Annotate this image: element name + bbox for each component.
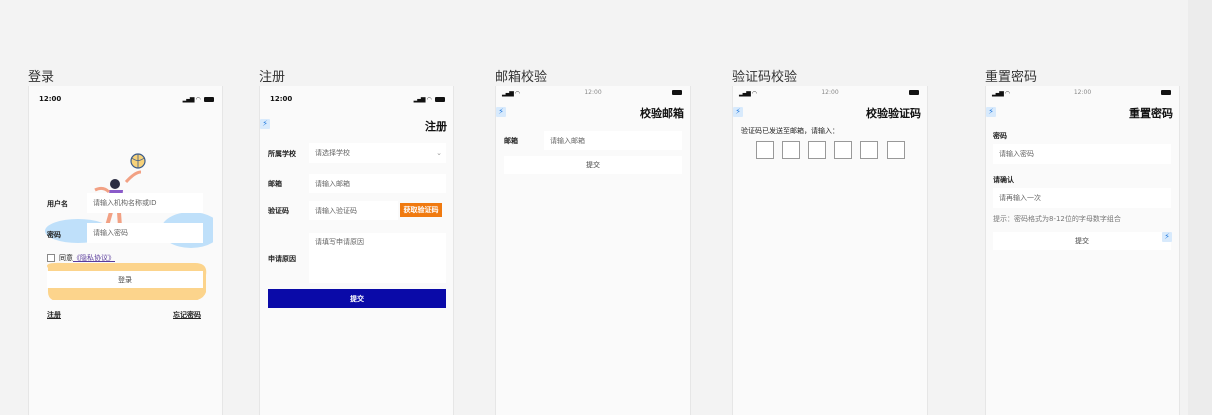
code-input[interactable]: 请输入验证码 — [309, 201, 398, 220]
bolt-icon: ⚡ — [733, 107, 743, 117]
page-title: 校验邮箱 — [640, 107, 684, 120]
battery-icon — [909, 90, 919, 95]
username-input[interactable]: 请输入机构名称或ID — [87, 193, 203, 213]
page-title: 重置密码 — [1129, 107, 1173, 120]
signal-icon: ▂▄▆ — [182, 95, 195, 103]
register-link[interactable]: 注册 — [47, 310, 61, 320]
signal-icon: ▂▄▆ — [992, 89, 1004, 97]
confirm-label: 请确认 — [993, 176, 1014, 184]
bolt-icon: ⚡ — [496, 107, 506, 117]
get-code-button[interactable]: 获取验证码 — [400, 203, 442, 217]
code-digit-box[interactable] — [756, 141, 774, 159]
battery-icon — [1161, 90, 1171, 95]
wifi-icon: ◠ — [1005, 89, 1010, 97]
board-title-login: 登录 — [28, 70, 55, 85]
signal-icon: ▂▄▆ — [502, 89, 514, 97]
board-title-register: 注册 — [259, 70, 286, 85]
status-bar: 12:00 ▂▄▆ ◠ — [260, 86, 453, 106]
login-screen: 12:00 ▂▄▆ ◠ 用户名 请输入机构名称或ID 密码 请输入密码 同意《隐… — [28, 86, 223, 415]
submit-button[interactable]: 提交 — [268, 289, 446, 308]
signal-icon: ▂▄▆ — [413, 95, 426, 103]
status-bar: ▂▄▆ ◠ 12:00 — [986, 86, 1179, 106]
board-title-reset-password: 重置密码 — [985, 70, 1038, 85]
password-input[interactable]: 请输入密码 — [993, 144, 1171, 164]
agree-checkbox-icon[interactable] — [47, 254, 55, 262]
forgot-password-link[interactable]: 忘记密码 — [173, 310, 201, 320]
reset-password-screen: ▂▄▆ ◠ 12:00 ⚡ 重置密码 密码 请输入密码 请确认 请再输入一次 提… — [985, 86, 1180, 415]
register-screen: 12:00 ▂▄▆ ◠ ⚡ 注册 所属学校 请选择学校 ⌄ 邮箱 请输入邮箱 验… — [259, 86, 454, 415]
bolt-icon: ⚡ — [260, 119, 270, 129]
wifi-icon: ◠ — [195, 95, 201, 103]
login-button[interactable]: 登录 — [47, 271, 203, 288]
page-title: 注册 — [425, 120, 447, 133]
reason-textarea[interactable]: 请填写申请原因 — [309, 233, 446, 283]
status-time: 12:00 — [821, 89, 839, 96]
school-select[interactable]: 请选择学校 ⌄ — [309, 143, 446, 163]
status-time: 12:00 — [39, 95, 62, 103]
battery-icon — [435, 96, 445, 102]
chevron-down-icon: ⌄ — [436, 149, 442, 157]
code-digit-box[interactable] — [860, 141, 878, 159]
code-digit-box[interactable] — [782, 141, 800, 159]
submit-button[interactable]: 提交 — [993, 232, 1171, 250]
username-label: 用户名 — [47, 200, 68, 208]
email-label: 邮箱 — [504, 137, 518, 145]
code-label: 验证码 — [268, 207, 289, 215]
code-verify-screen: ▂▄▆ ◠ 12:00 ⚡ 校验验证码 验证码已发送至邮箱，请输入： — [732, 86, 928, 415]
board-title-code-verify: 验证码校验 — [732, 70, 798, 85]
board-title-email-verify: 邮箱校验 — [495, 70, 548, 85]
email-verify-screen: ▂▄▆ ◠ 12:00 ⚡ 校验邮箱 邮箱 请输入邮箱 提交 — [495, 86, 691, 415]
code-digit-box[interactable] — [834, 141, 852, 159]
status-bar: ▂▄▆ ◠ 12:00 — [496, 86, 690, 106]
battery-icon — [672, 90, 682, 95]
email-input[interactable]: 请输入邮箱 — [544, 131, 682, 150]
password-label: 密码 — [47, 231, 61, 239]
bolt-icon: ⚡ — [986, 107, 996, 117]
status-bar: 12:00 ▂▄▆ ◠ — [29, 86, 222, 106]
school-label: 所属学校 — [268, 150, 296, 158]
status-time: 12:00 — [270, 95, 293, 103]
wifi-icon: ◠ — [515, 89, 520, 97]
code-digit-box[interactable] — [808, 141, 826, 159]
email-label: 邮箱 — [268, 180, 282, 188]
status-time: 12:00 — [584, 89, 602, 96]
status-time: 12:00 — [1073, 89, 1092, 96]
submit-button[interactable]: 提交 — [504, 156, 682, 174]
right-scroll-strip — [1188, 0, 1212, 415]
agree-text: 同意《隐私协议》 — [59, 254, 115, 262]
wifi-icon: ◠ — [426, 95, 432, 103]
confirm-password-input[interactable]: 请再输入一次 — [993, 188, 1171, 208]
email-input[interactable]: 请输入邮箱 — [309, 174, 446, 193]
wifi-icon: ◠ — [752, 89, 757, 97]
battery-icon — [204, 96, 214, 102]
bolt-icon: ⚡ — [1162, 232, 1172, 242]
code-prompt: 验证码已发送至邮箱，请输入： — [741, 127, 839, 135]
password-input[interactable]: 请输入密码 — [87, 223, 203, 243]
reason-label: 申请原因 — [268, 255, 296, 263]
privacy-link[interactable]: 《隐私协议》 — [73, 254, 115, 262]
password-hint: 提示：密码格式为8-12位的字母数字组合 — [993, 215, 1121, 223]
code-digit-box[interactable] — [887, 141, 905, 159]
signal-icon: ▂▄▆ — [739, 89, 751, 97]
status-bar: ▂▄▆ ◠ 12:00 — [733, 86, 927, 106]
page-title: 校验验证码 — [866, 107, 921, 120]
password-label: 密码 — [993, 132, 1007, 140]
